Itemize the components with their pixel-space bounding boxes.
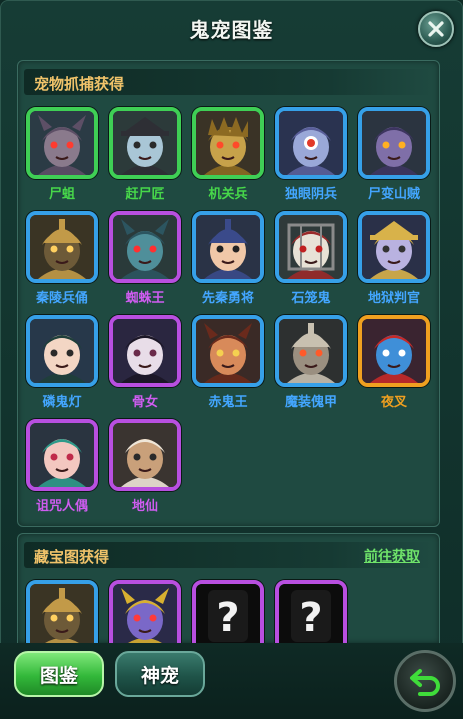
capture-pet-card[interactable]: 独眼阴兵	[273, 107, 349, 207]
pet-portrait	[113, 215, 177, 279]
capture-pet-card[interactable]: 赤鬼王	[190, 315, 266, 415]
pet-name: 石笼鬼	[291, 291, 331, 306]
capture-pet-card[interactable]: 磷鬼灯	[24, 315, 100, 415]
pet-name: 赶尸匠	[125, 187, 165, 202]
pet-portrait-frame	[358, 107, 430, 179]
pet-portrait-frame	[109, 419, 181, 491]
pet-portrait-frame	[109, 315, 181, 387]
pet-name: 夜叉	[380, 395, 407, 410]
pet-name: 地狱判官	[367, 291, 420, 306]
capture-pet-card[interactable]: 赶尸匠	[107, 107, 183, 207]
pet-portrait	[362, 319, 426, 383]
pet-portrait	[30, 215, 94, 279]
capture-pet-card[interactable]: 地狱判官	[356, 211, 432, 311]
treasure-section-title: 藏宝图获得	[34, 548, 110, 566]
pet-portrait	[30, 319, 94, 383]
capture-pet-card[interactable]: 石笼鬼	[273, 211, 349, 311]
pet-portrait-frame: ?	[192, 580, 264, 643]
capture-pet-card[interactable]: 机关兵	[190, 107, 266, 207]
treasure-section-header: 藏宝图获得 前往获取	[24, 542, 432, 568]
capture-pet-card[interactable]: 尸变山贼	[356, 107, 432, 207]
capture-pet-card[interactable]: 地仙	[107, 419, 183, 519]
pet-portrait	[279, 215, 343, 279]
capture-pet-card[interactable]: 秦陵兵俑	[24, 211, 100, 311]
pet-portrait-frame: ?	[275, 580, 347, 643]
pet-portrait-frame	[109, 107, 181, 179]
capture-section-header: 宠物抓捕获得	[24, 69, 432, 95]
back-arrow-icon	[410, 669, 440, 696]
pet-portrait-frame	[26, 211, 98, 283]
pet-portrait	[196, 215, 260, 279]
pet-portrait-frame	[275, 211, 347, 283]
pet-portrait-frame	[192, 315, 264, 387]
pet-portrait	[113, 584, 177, 643]
close-button[interactable]	[418, 11, 454, 47]
pet-portrait	[113, 319, 177, 383]
back-button[interactable]	[394, 650, 456, 712]
pet-portrait	[196, 319, 260, 383]
tab-divine-pet[interactable]: 神宠	[115, 651, 205, 697]
pet-portrait	[113, 111, 177, 175]
capture-pet-card[interactable]: 先秦勇将	[190, 211, 266, 311]
pet-portrait-frame	[192, 107, 264, 179]
pet-portrait-frame	[26, 580, 98, 643]
pet-name: 蜘蛛王	[125, 291, 165, 306]
capture-pet-card[interactable]: 夜叉	[356, 315, 432, 415]
pet-name: 先秦勇将	[201, 291, 254, 306]
treasure-section: 藏宝图获得 前往获取 ? ?	[17, 533, 440, 643]
capture-pet-card[interactable]: 尸蛆	[24, 107, 100, 207]
pet-name: 尸蛆	[48, 187, 75, 202]
tab-codex[interactable]: 图鉴	[14, 651, 104, 697]
pet-portrait	[196, 111, 260, 175]
pet-portrait	[279, 319, 343, 383]
pet-portrait-frame	[275, 107, 347, 179]
capture-pet-card[interactable]: 蜘蛛王	[107, 211, 183, 311]
pet-portrait-frame	[109, 580, 181, 643]
capture-section: 宠物抓捕获得 尸蛆 赶尸匠 机关兵 独眼阴兵 尸变山贼 秦陵兵俑 蜘蛛王 先秦勇…	[17, 60, 440, 527]
pet-name: 磷鬼灯	[42, 395, 82, 410]
pet-name: 骨女	[131, 395, 158, 410]
pet-portrait	[113, 423, 177, 487]
pet-name: 魔装傀甲	[284, 395, 337, 410]
pet-name: 赤鬼王	[208, 395, 248, 410]
svg-text:?: ?	[216, 595, 239, 641]
pet-portrait-frame	[26, 315, 98, 387]
pet-portrait-frame	[358, 315, 430, 387]
treasure-pet-card[interactable]: ?	[273, 580, 349, 643]
pet-name: 地仙	[131, 499, 158, 514]
pet-name: 尸变山贼	[367, 187, 420, 202]
capture-pet-card[interactable]: 骨女	[107, 315, 183, 415]
close-icon	[428, 21, 444, 37]
pet-portrait-frame	[192, 211, 264, 283]
pet-portrait	[362, 111, 426, 175]
pet-portrait-frame	[358, 211, 430, 283]
window-title: 鬼宠图鉴	[189, 18, 274, 42]
pet-portrait-frame	[26, 419, 98, 491]
pet-portrait-frame	[109, 211, 181, 283]
treasure-pet-card[interactable]	[24, 580, 100, 643]
pet-name: 诅咒人偶	[35, 499, 88, 514]
capture-section-title: 宠物抓捕获得	[34, 75, 125, 93]
treasure-pet-card[interactable]: ?	[190, 580, 266, 643]
pet-portrait	[30, 584, 94, 643]
pet-name: 秦陵兵俑	[35, 291, 88, 306]
pet-portrait	[30, 423, 94, 487]
svg-text:?: ?	[299, 595, 322, 641]
pet-name: 机关兵	[208, 187, 248, 202]
unknown-pet-icon: ?	[279, 584, 343, 643]
treasure-pet-card[interactable]	[107, 580, 183, 643]
pet-name: 独眼阴兵	[284, 187, 337, 202]
pet-portrait	[279, 111, 343, 175]
pet-portrait-frame	[26, 107, 98, 179]
pet-portrait-frame	[275, 315, 347, 387]
capture-pet-card[interactable]: 魔装傀甲	[273, 315, 349, 415]
go-obtain-link[interactable]: 前往获取	[364, 546, 420, 566]
pet-portrait	[362, 215, 426, 279]
unknown-pet-icon: ?	[196, 584, 260, 643]
pet-portrait	[30, 111, 94, 175]
capture-pet-card[interactable]: 诅咒人偶	[24, 419, 100, 519]
